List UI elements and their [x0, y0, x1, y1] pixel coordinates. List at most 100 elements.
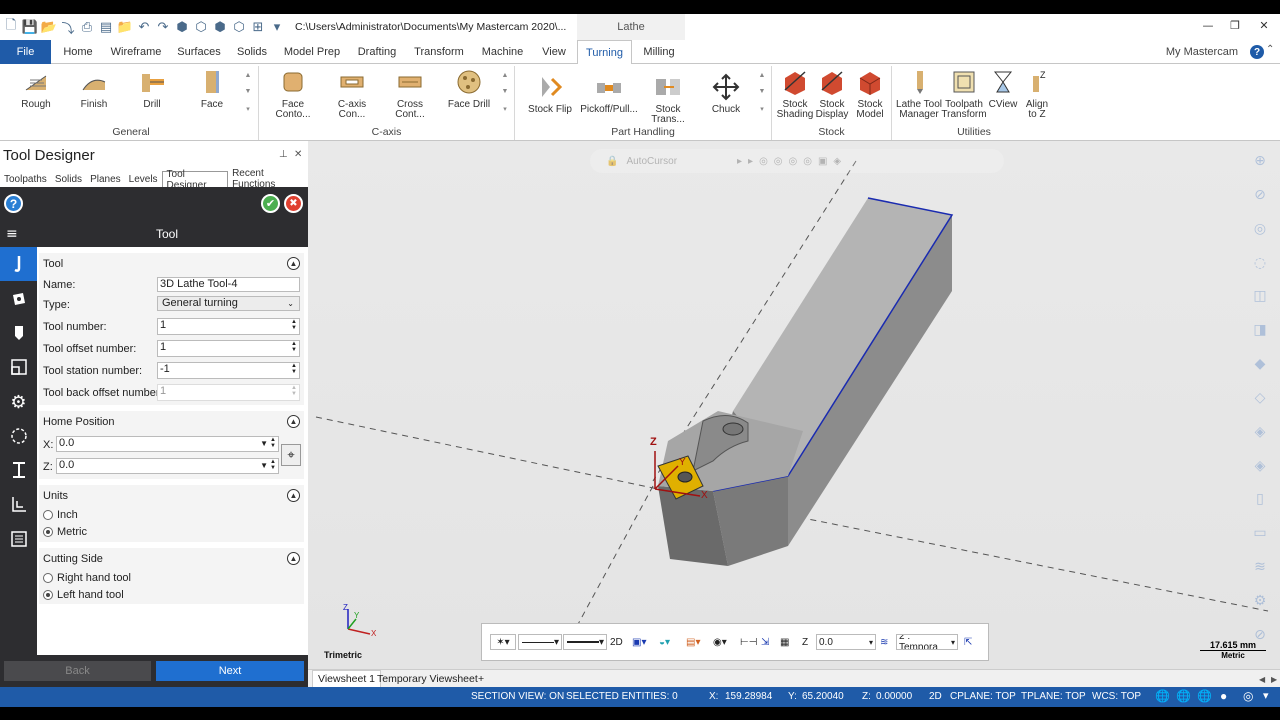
- redo-icon[interactable]: ↷: [155, 19, 171, 35]
- part-handling-expand[interactable]: ▾: [757, 104, 767, 115]
- drill-button[interactable]: Drill: [130, 68, 174, 110]
- general-scroll-up[interactable]: ▲: [243, 70, 253, 81]
- tool-offset-input[interactable]: 1 ▲ ▼: [157, 340, 300, 357]
- hamburger-menu-icon[interactable]: ≡: [6, 226, 18, 242]
- cross-contour-button[interactable]: Cross Cont...: [382, 68, 438, 120]
- tab-view[interactable]: View: [539, 40, 569, 64]
- layers-mask-icon[interactable]: ≋: [1254, 559, 1266, 575]
- home-x-dropdown-icon[interactable]: ▼: [260, 437, 268, 450]
- line-mask-icon[interactable]: ⊘: [1254, 187, 1266, 203]
- restore-button[interactable]: ❐: [1221, 14, 1249, 36]
- part-handling-scroll-down[interactable]: ▼: [757, 86, 767, 97]
- next-button[interactable]: Next: [156, 661, 304, 681]
- tool-station-spinner[interactable]: ▲ ▼: [290, 363, 298, 375]
- viewsheet-1-tab[interactable]: Viewsheet 1: [312, 670, 382, 688]
- print-preview-icon[interactable]: ▤: [98, 19, 114, 35]
- autocursor-dropdown[interactable]: AutoCursor: [626, 156, 677, 167]
- ok-check-icon[interactable]: ✔: [261, 194, 280, 213]
- lock-icon[interactable]: 🔒: [606, 156, 618, 167]
- stock-boundary-icon[interactable]: [0, 419, 37, 453]
- surface-color-icon[interactable]: ▤▾: [686, 634, 704, 650]
- open-folder-icon[interactable]: 📁: [117, 19, 133, 35]
- tool-number-input[interactable]: 1 ▲ ▼: [157, 318, 300, 335]
- graphics-viewport[interactable]: Z Y X Z Y X Trimetric 🔒 AutoCursor ▸▸◎◎◎…: [308, 141, 1280, 669]
- cplane-status[interactable]: CPLANE: TOP: [950, 691, 1016, 702]
- tab-solids[interactable]: Solids: [236, 40, 268, 64]
- select-point-icon[interactable]: ⌖: [281, 444, 301, 466]
- tab-toolpaths[interactable]: Toolpaths: [0, 171, 51, 187]
- tab-wireframe[interactable]: Wireframe: [110, 40, 162, 64]
- tab-levels[interactable]: Levels: [125, 171, 162, 187]
- level-dropdown-icon[interactable]: ▾: [951, 638, 955, 647]
- name-input[interactable]: 3D Lathe Tool-4: [157, 277, 300, 292]
- back-button[interactable]: Back: [4, 661, 151, 681]
- tab-home[interactable]: Home: [60, 40, 96, 64]
- tab-tool-designer[interactable]: Tool Designer: [161, 169, 229, 191]
- wcs-status[interactable]: WCS: TOP: [1092, 691, 1141, 702]
- tab-milling[interactable]: Milling: [640, 40, 678, 64]
- face-contour-button[interactable]: Face Conto...: [265, 68, 321, 120]
- color-mask-icon[interactable]: ◈: [1255, 424, 1266, 440]
- tab-transform[interactable]: Transform: [413, 40, 465, 64]
- quick-mask-bar[interactable]: ⊕ ⊘ ◎ ◌ ◫ ◨ ◆ ◇ ◈ ◈ ▯ ▭ ≋ ⚙ ⊘: [1248, 153, 1272, 643]
- arc-mask-icon[interactable]: ◎: [1254, 221, 1266, 237]
- view-icon[interactable]: ⬡: [231, 19, 247, 35]
- close-window-button[interactable]: ✕: [1250, 14, 1278, 36]
- panel-close-icon[interactable]: ✕: [294, 149, 302, 160]
- clear-colors-icon[interactable]: ⊢⊣: [740, 634, 757, 650]
- help-circle-icon[interactable]: ?: [4, 194, 23, 213]
- surface-mask-icon[interactable]: ◫: [1253, 288, 1266, 304]
- tab-planes[interactable]: Planes: [86, 171, 125, 187]
- tool-number-spinner[interactable]: ▲ ▼: [290, 319, 298, 331]
- tab-file[interactable]: File: [0, 40, 51, 64]
- dimension-mask-icon[interactable]: ◨: [1253, 322, 1266, 338]
- open-icon[interactable]: 📂: [41, 19, 57, 35]
- right-hand-radio[interactable]: [43, 573, 53, 583]
- tool-station-input[interactable]: -1 ▲ ▼: [157, 362, 300, 379]
- solid-box-icon[interactable]: ⬢: [174, 19, 190, 35]
- point-mask-icon[interactable]: ⊕: [1254, 153, 1266, 169]
- point-style-dropdown[interactable]: ✶▾: [490, 634, 516, 650]
- selection-tools-icon[interactable]: ▸▸◎◎◎◎▣◈: [737, 156, 847, 167]
- lathe-tool-manager-button[interactable]: Lathe Tool Manager: [896, 68, 942, 120]
- coord-x-value[interactable]: 159.28984: [725, 691, 772, 702]
- add-viewsheet-button[interactable]: +: [473, 670, 489, 688]
- caxis-scroll-up[interactable]: ▲: [500, 70, 510, 81]
- coord-y-value[interactable]: 65.20040: [802, 691, 844, 702]
- material-icon[interactable]: ◉▾: [713, 634, 731, 650]
- cancel-x-icon[interactable]: ✖: [284, 194, 303, 213]
- home-x-spinner[interactable]: ▲ ▼: [269, 437, 277, 449]
- stock-transfer-button[interactable]: Stock Trans...: [640, 73, 696, 125]
- tplane-status[interactable]: TPLANE: TOP: [1021, 691, 1086, 702]
- solid-mask-icon[interactable]: ◆: [1255, 356, 1266, 372]
- save-icon[interactable]: 💾: [22, 19, 38, 35]
- left-hand-radio[interactable]: [43, 590, 53, 600]
- level-dropdown[interactable]: 2 : Tempora ▾: [896, 634, 958, 650]
- tool-offset-spinner[interactable]: ▲ ▼: [290, 341, 298, 353]
- wireframe-color-icon[interactable]: ▣▾: [632, 634, 650, 650]
- settings-gear-icon[interactable]: ⚙: [0, 385, 37, 419]
- tab-model-prep[interactable]: Model Prep: [283, 40, 341, 64]
- tool-length-icon[interactable]: [0, 453, 37, 487]
- line-style-dropdown[interactable]: ▾: [518, 634, 562, 650]
- globe-3-icon[interactable]: 🌐: [1197, 689, 1212, 703]
- cutting-side-collapse-icon[interactable]: ▲: [287, 552, 300, 565]
- general-scroll-down[interactable]: ▼: [243, 86, 253, 97]
- tab-drafting[interactable]: Drafting: [356, 40, 398, 64]
- tab-turning[interactable]: Turning: [577, 40, 632, 65]
- type-select[interactable]: General turning ⌄: [157, 296, 300, 311]
- z-depth-input[interactable]: 0.0 ▾: [816, 634, 876, 650]
- line-width-dropdown[interactable]: ▾: [563, 634, 607, 650]
- stock-shading-button[interactable]: Stock Shading: [776, 68, 814, 120]
- group-mask-icon[interactable]: ▯: [1256, 491, 1264, 507]
- offset-icon[interactable]: [0, 487, 37, 521]
- tab-surfaces[interactable]: Surfaces: [176, 40, 222, 64]
- toolpath-transform-button[interactable]: Toolpath Transform: [941, 68, 987, 120]
- chuck-button[interactable]: Chuck: [706, 73, 746, 115]
- mode-2d-toggle[interactable]: 2D: [610, 634, 623, 650]
- face-drill-button[interactable]: Face Drill: [441, 68, 497, 110]
- summary-icon[interactable]: [0, 522, 37, 556]
- home-x-input[interactable]: 0.0 ▼ ▲ ▼: [56, 436, 279, 452]
- inch-radio[interactable]: [43, 510, 53, 520]
- section-view-status[interactable]: SECTION VIEW: ON: [471, 691, 564, 702]
